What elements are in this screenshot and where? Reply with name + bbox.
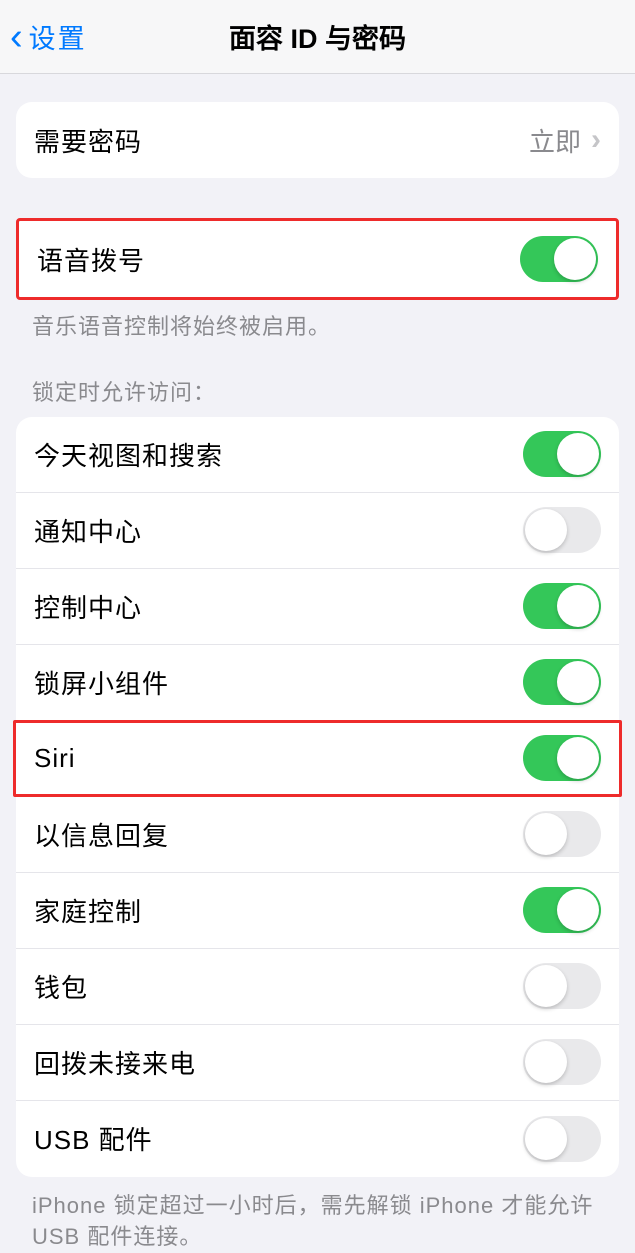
toggle-lock-item[interactable]: [523, 583, 601, 629]
row-lock-item: 今天视图和搜索: [16, 417, 619, 493]
toggle-knob: [557, 889, 599, 931]
toggle-lock-item[interactable]: [523, 1039, 601, 1085]
toggle-lock-item[interactable]: [523, 1116, 601, 1162]
group-lock-access: 今天视图和搜索通知中心控制中心锁屏小组件 Siri 以信息回复家庭控制钱包回拨未接来…: [16, 417, 619, 1177]
row-label: Siri: [34, 743, 523, 774]
back-button[interactable]: ‹ 设置: [0, 17, 87, 56]
row-label: 通知中心: [34, 512, 523, 549]
row-lock-item: 家庭控制: [16, 873, 619, 949]
chevron-left-icon: ‹: [10, 18, 23, 56]
row-lock-item: 控制中心: [16, 569, 619, 645]
row-label: 需要密码: [34, 122, 529, 159]
toggle-lock-item[interactable]: [523, 811, 601, 857]
row-lock-item: USB 配件: [16, 1101, 619, 1177]
footer-lock-access: iPhone 锁定超过一小时后，需先解锁 iPhone 才能允许USB 配件连接…: [32, 1191, 603, 1253]
toggle-knob: [554, 238, 596, 280]
row-label: 控制中心: [34, 588, 523, 625]
row-lock-item: 钱包: [16, 949, 619, 1025]
row-label: 锁屏小组件: [34, 664, 523, 701]
footer-voice-dial: 音乐语音控制将始终被启用。: [32, 312, 603, 343]
toggle-lock-item[interactable]: [523, 887, 601, 933]
group-voice-dial: 语音拨号: [16, 218, 619, 300]
toggle-lock-item[interactable]: [523, 431, 601, 477]
toggle-knob: [525, 813, 567, 855]
back-label: 设置: [29, 17, 87, 56]
row-value: 立即: [529, 122, 581, 159]
row-voice-dial: 语音拨号: [19, 221, 616, 297]
row-label: 回拨未接来电: [34, 1044, 523, 1081]
toggle-knob: [525, 965, 567, 1007]
toggle-knob: [525, 1118, 567, 1160]
toggle-lock-item[interactable]: [523, 735, 601, 781]
toggle-knob: [557, 661, 599, 703]
toggle-knob: [557, 585, 599, 627]
row-label: USB 配件: [34, 1120, 523, 1157]
row-label: 以信息回复: [34, 816, 523, 853]
toggle-lock-item[interactable]: [523, 659, 601, 705]
row-lock-item: Siri: [16, 721, 619, 797]
navbar: ‹ 设置 面容 ID 与密码: [0, 0, 635, 74]
row-lock-item: 锁屏小组件: [16, 645, 619, 721]
toggle-knob: [557, 737, 599, 779]
row-label: 家庭控制: [34, 892, 523, 929]
row-label: 语音拨号: [37, 241, 520, 278]
row-label: 今天视图和搜索: [34, 436, 523, 473]
toggle-knob: [525, 509, 567, 551]
row-label: 钱包: [34, 968, 523, 1005]
section-header-lock: 锁定时允许访问：: [32, 375, 603, 407]
toggle-voice-dial[interactable]: [520, 236, 598, 282]
chevron-right-icon: ›: [591, 123, 601, 157]
row-lock-item: 回拨未接来电: [16, 1025, 619, 1101]
group-passcode: 需要密码 立即 ›: [16, 102, 619, 178]
row-lock-item: 通知中心: [16, 493, 619, 569]
toggle-knob: [525, 1041, 567, 1083]
toggle-knob: [557, 433, 599, 475]
row-require-passcode[interactable]: 需要密码 立即 ›: [16, 102, 619, 178]
page-title: 面容 ID 与密码: [0, 17, 635, 56]
toggle-lock-item[interactable]: [523, 507, 601, 553]
row-lock-item: 以信息回复: [16, 797, 619, 873]
toggle-lock-item[interactable]: [523, 963, 601, 1009]
